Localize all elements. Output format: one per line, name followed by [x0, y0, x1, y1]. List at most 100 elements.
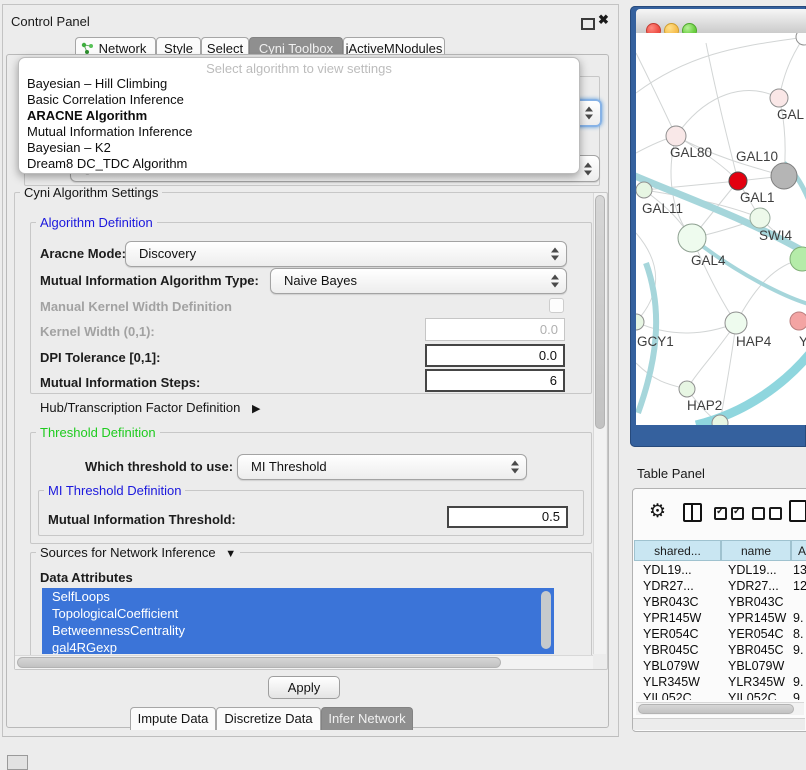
which-threshold-label: Which threshold to use: [85, 459, 233, 474]
popup-item[interactable]: Mutual Information Inference [19, 124, 579, 140]
table-row[interactable]: YPR145WYPR145W9. [633, 610, 806, 626]
scrollbar-thumb[interactable] [17, 657, 501, 668]
list-scrollbar-thumb[interactable] [541, 591, 551, 649]
list-item[interactable]: BetweennessCentrality [42, 622, 554, 639]
node-swi4[interactable] [790, 247, 806, 271]
chevron-down-icon: ▼ [225, 548, 236, 560]
kernel-width-input[interactable]: 0.0 [425, 318, 565, 341]
scrollbar-thumb[interactable] [638, 704, 794, 714]
gear-icon[interactable]: ⚙ [649, 502, 666, 521]
list-item[interactable]: TopologicalCoefficient [42, 605, 554, 622]
settings-horizontal-scrollbar[interactable] [15, 655, 593, 669]
tab-impute-data[interactable]: Impute Data [130, 707, 216, 730]
combo-arrows-icon [584, 162, 593, 175]
table-row[interactable]: YBR043CYBR043C [633, 594, 806, 610]
node-gal10[interactable] [771, 163, 797, 189]
mi-threshold-label: Mutual Information Threshold: [48, 512, 236, 527]
popup-placeholder: Select algorithm to view settings [19, 61, 579, 76]
combo-arrows-icon [585, 107, 594, 120]
table-row[interactable]: YIL052CYIL052C9. [633, 690, 806, 700]
node-label: Y [799, 334, 806, 349]
tab-label: Discretize Data [224, 711, 312, 726]
node-gal80[interactable] [666, 126, 686, 146]
columns-icon[interactable] [683, 503, 702, 522]
node-hap2[interactable] [679, 381, 695, 397]
tab-discretize-data[interactable]: Discretize Data [216, 707, 321, 730]
cell: YBL079W [643, 658, 719, 674]
mi-steps-input[interactable]: 6 [425, 369, 565, 392]
table-row[interactable]: YDR27...YDR27...12 [633, 578, 806, 594]
popup-item-selected[interactable]: ARACNE Algorithm [19, 108, 579, 124]
table-row[interactable]: YDL19...YDL19...13 [633, 562, 806, 578]
popup-item[interactable]: Basic Correlation Inference [19, 92, 579, 108]
tab-label: Impute Data [138, 711, 209, 726]
select-all-checkboxes-icon[interactable] [714, 507, 748, 525]
hub-definition-label: Hub/Transcription Factor Definition [40, 400, 240, 415]
table-row[interactable]: YLR345WYLR345W9. [633, 674, 806, 690]
sources-group-header[interactable]: Sources for Network Inference ▼ [36, 546, 240, 561]
data-attributes-list[interactable]: SelfLoops TopologicalCoefficient Between… [42, 588, 554, 654]
list-item[interactable]: gal4RGexp [42, 639, 554, 654]
tab-infer-network[interactable]: Infer Network [321, 707, 413, 730]
node-gal1[interactable] [750, 208, 770, 228]
settings-vertical-scrollbar[interactable] [593, 193, 606, 654]
column-header-cut[interactable]: A [791, 540, 806, 561]
node-gal4[interactable] [678, 224, 706, 252]
node[interactable] [796, 33, 806, 45]
threshold-definition-title: Threshold Definition [36, 426, 160, 440]
cell: YER054C [728, 626, 790, 642]
list-item[interactable]: SelfLoops [42, 588, 554, 605]
node-label: GAL11 [642, 201, 683, 216]
hub-definition-toggle[interactable]: Hub/Transcription Factor Definition ▶ [40, 400, 260, 415]
node-hap4[interactable] [725, 312, 747, 334]
which-threshold-select[interactable]: MI Threshold [237, 454, 527, 480]
node-gcy1[interactable] [636, 314, 644, 330]
cell: 13 [793, 562, 806, 578]
cell: YDR27... [728, 578, 790, 594]
node-label: GAL80 [670, 145, 712, 160]
node-red[interactable] [729, 172, 747, 190]
popup-item[interactable]: Bayesian – Hill Climbing [19, 76, 579, 92]
kernel-width-label: Kernel Width (0,1): [40, 324, 155, 339]
table-row[interactable]: YBR045CYBR045C9. [633, 642, 806, 658]
mi-threshold-group-title: MI Threshold Definition [44, 484, 185, 498]
mi-type-select[interactable]: Naive Bayes [270, 268, 567, 294]
which-threshold-value: MI Threshold [251, 455, 327, 479]
network-window-titlebar[interactable] [636, 9, 806, 34]
manual-kernel-label: Manual Kernel Width Definition [40, 299, 232, 314]
cell: YBR045C [643, 642, 719, 658]
cell: 9. [793, 642, 806, 658]
chevron-right-icon: ▶ [252, 403, 260, 415]
close-icon[interactable]: ✖ [598, 12, 609, 28]
combo-arrows-icon [551, 248, 560, 261]
aracne-mode-select[interactable]: Discovery [125, 241, 567, 267]
table-row[interactable]: YER054CYER054C8. [633, 626, 806, 642]
apply-button[interactable]: Apply [268, 676, 340, 699]
popup-item[interactable]: Dream8 DC_TDC Algorithm [19, 156, 579, 172]
unchecked-box-icon [752, 507, 765, 520]
table-panel-footer [633, 718, 805, 730]
column-header-shared-name[interactable]: shared... [634, 540, 721, 561]
table-horizontal-scrollbar[interactable] [636, 702, 804, 715]
manual-kernel-checkbox[interactable] [549, 298, 564, 313]
network-canvas[interactable]: GAL GAL80 GAL10 GAL1 GAL11 GAL4 SWI4 GCY… [636, 33, 806, 425]
mi-threshold-input[interactable]: 0.5 [447, 506, 568, 528]
scrollbar-thumb[interactable] [595, 195, 605, 429]
node-gal11[interactable] [636, 182, 652, 198]
deselect-all-checkboxes-icon[interactable] [752, 507, 786, 525]
minimized-panel-icon[interactable] [7, 755, 28, 770]
table-row[interactable]: YBL079WYBL079W [633, 658, 806, 674]
column-header-name[interactable]: name [721, 540, 791, 561]
node-label: GAL4 [691, 253, 726, 268]
cell: YIL052C [728, 690, 790, 700]
tab-label: Infer Network [328, 711, 405, 726]
float-window-icon[interactable] [581, 18, 595, 30]
cell: YPR145W [728, 610, 790, 626]
cell: YDL19... [728, 562, 790, 578]
dpi-tolerance-input[interactable]: 0.0 [425, 344, 565, 367]
node-y[interactable] [790, 312, 806, 330]
file-icon[interactable] [789, 500, 806, 522]
node-label: GAL [777, 107, 804, 122]
node-gal[interactable] [770, 89, 788, 107]
popup-item[interactable]: Bayesian – K2 [19, 140, 579, 156]
